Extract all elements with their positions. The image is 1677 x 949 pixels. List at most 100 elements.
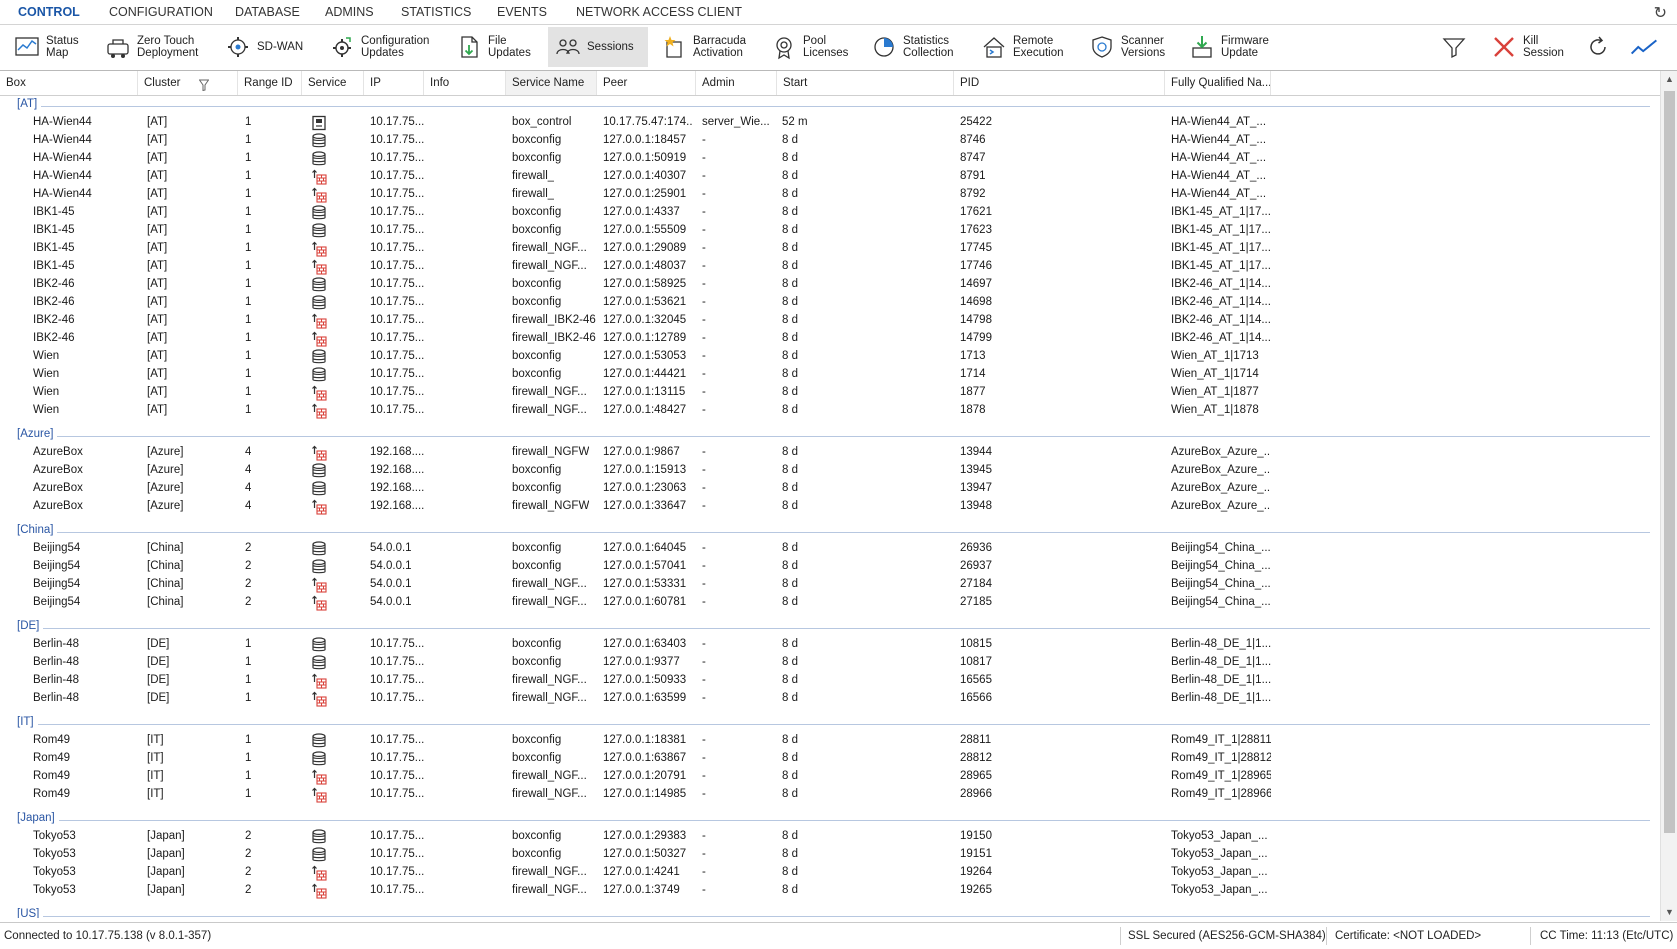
table-row[interactable]: IBK2-46 [AT] 1 10.17.75... boxconfig 127.0.0.…: [0, 276, 1650, 294]
cell-peer: 127.0.0.1:20791: [603, 770, 687, 782]
cell-service-name: firewall_NGF...: [512, 692, 587, 704]
scanner-versions-button[interactable]: Scanner Versions: [1088, 27, 1165, 67]
table-row[interactable]: IBK1-45 [AT] 1 10.17.75... firewall_NGF... 12…: [0, 240, 1650, 258]
configuration-updates-button[interactable]: Configuration Updates: [328, 27, 429, 67]
table-row[interactable]: IBK2-46 [AT] 1 10.17.75... firewall_IBK2-46 1…: [0, 312, 1650, 330]
kill-session-button[interactable]: Kill Session: [1490, 27, 1564, 67]
group-header[interactable]: [Japan]: [0, 810, 1650, 828]
table-row[interactable]: Rom49 [IT] 1 10.17.75... boxconfig 127.0.0.1:…: [0, 750, 1650, 768]
scroll-thumb[interactable]: [1664, 91, 1675, 833]
column-header-ip[interactable]: IP: [364, 71, 424, 95]
table-row[interactable]: HA-Wien44 [AT] 1 10.17.75... firewall_ 127.0.…: [0, 186, 1650, 204]
table-row[interactable]: Rom49 [IT] 1 10.17.75... firewall_NGF... 127.…: [0, 786, 1650, 804]
table-row[interactable]: HA-Wien44 [AT] 1 10.17.75... boxconfig 127.0.…: [0, 150, 1650, 168]
menu-statistics[interactable]: STATISTICS: [401, 5, 471, 19]
group-header[interactable]: [US]: [0, 906, 1650, 918]
table-row[interactable]: Tokyo53 [Japan] 2 10.17.75... boxconfig 127.0…: [0, 846, 1650, 864]
table-row[interactable]: Berlin-48 [DE] 1 10.17.75... firewall_NGF...…: [0, 690, 1650, 708]
table-row[interactable]: Wien [AT] 1 10.17.75... firewall_NGF... 127.0…: [0, 402, 1650, 420]
table-row[interactable]: Tokyo53 [Japan] 2 10.17.75... firewall_NGF..…: [0, 882, 1650, 900]
column-header-info[interactable]: Info: [424, 71, 506, 95]
table-row[interactable]: Wien [AT] 1 10.17.75... firewall_NGF... 127.0…: [0, 384, 1650, 402]
barracuda-activation-button[interactable]: Barracuda Activation: [660, 27, 746, 67]
cell-peer: 127.0.0.1:13115: [603, 386, 686, 398]
table-row[interactable]: Berlin-48 [DE] 1 10.17.75... boxconfig 127.0.…: [0, 654, 1650, 672]
menu-database[interactable]: DATABASE: [235, 5, 300, 19]
table-row[interactable]: IBK2-46 [AT] 1 10.17.75... firewall_IBK2-46 1…: [0, 330, 1650, 348]
group-header[interactable]: [China]: [0, 522, 1650, 540]
firewall-icon: [311, 403, 327, 419]
group-header[interactable]: [IT]: [0, 714, 1650, 732]
menu-network-access-client[interactable]: NETWORK ACCESS CLIENT: [576, 5, 742, 19]
pool-licenses-button[interactable]: Pool Licenses: [770, 27, 848, 67]
table-row[interactable]: Wien [AT] 1 10.17.75... boxconfig 127.0.0.1:4…: [0, 366, 1650, 384]
table-row[interactable]: Beijing54 [China] 2 54.0.0.1 boxconfig 127.0.…: [0, 540, 1650, 558]
cell-admin: -: [702, 296, 706, 308]
column-header-service-name[interactable]: Service Name: [506, 71, 597, 95]
sd-wan-label: SD-WAN: [257, 41, 304, 53]
sessions-button[interactable]: Sessions: [548, 27, 648, 67]
statistics-collection-button[interactable]: Statistics Collection: [870, 27, 954, 67]
zero-touch-deployment-button[interactable]: Zero Touch Deployment: [104, 27, 198, 67]
vertical-scrollbar[interactable]: ▲ ▼: [1660, 71, 1677, 921]
table-row[interactable]: HA-Wien44 [AT] 1 10.17.75... firewall_ 127.0.…: [0, 168, 1650, 186]
table-row[interactable]: AzureBox [Azure] 4 192.168.... boxconfig 127.…: [0, 462, 1650, 480]
cell-peer: 127.0.0.1:48037: [603, 260, 687, 272]
table-row[interactable]: Tokyo53 [Japan] 2 10.17.75... firewall_NGF..…: [0, 864, 1650, 882]
table-row[interactable]: IBK1-45 [AT] 1 10.17.75... boxconfig 127.0.0.…: [0, 204, 1650, 222]
table-row[interactable]: Beijing54 [China] 2 54.0.0.1 firewall_NGF...…: [0, 594, 1650, 612]
column-info-label: Info: [430, 77, 450, 89]
group-header[interactable]: [AT]: [0, 96, 1650, 114]
group-header[interactable]: [Azure]: [0, 426, 1650, 444]
scroll-down-arrow-icon[interactable]: ▼: [1661, 904, 1677, 921]
table-row[interactable]: HA-Wien44 [AT] 1 10.17.75... box_control 10.1…: [0, 114, 1650, 132]
table-row[interactable]: Rom49 [IT] 1 10.17.75... firewall_NGF... 127.…: [0, 768, 1650, 786]
cell-admin: -: [702, 368, 706, 380]
chart-button[interactable]: [1630, 27, 1658, 67]
cell-start: 8 d: [782, 830, 798, 842]
refresh-button[interactable]: [1584, 27, 1612, 67]
cell-ip: 10.17.75...: [370, 674, 425, 686]
table-row[interactable]: Rom49 [IT] 1 10.17.75... boxconfig 127.0.0.1:…: [0, 732, 1650, 750]
table-row[interactable]: Beijing54 [China] 2 54.0.0.1 boxconfig 127.0.…: [0, 558, 1650, 576]
column-header-admin[interactable]: Admin: [696, 71, 777, 95]
table-row[interactable]: HA-Wien44 [AT] 1 10.17.75... boxconfig 127.0.…: [0, 132, 1650, 150]
menu-control[interactable]: CONTROL: [14, 5, 84, 27]
filter-button[interactable]: [1440, 27, 1468, 67]
cell-admin: -: [702, 404, 706, 416]
table-row[interactable]: AzureBox [Azure] 4 192.168.... firewall_NGFW…: [0, 498, 1650, 516]
table-row[interactable]: AzureBox [Azure] 4 192.168.... firewall_NGFW…: [0, 444, 1650, 462]
column-header-range-id[interactable]: Range ID: [238, 71, 302, 95]
menu-admins[interactable]: ADMINS: [325, 5, 374, 19]
table-row[interactable]: Berlin-48 [DE] 1 10.17.75... firewall_NGF...…: [0, 672, 1650, 690]
table-row[interactable]: AzureBox [Azure] 4 192.168.... boxconfig 127.…: [0, 480, 1650, 498]
table-row[interactable]: Berlin-48 [DE] 1 10.17.75... boxconfig 127.0.…: [0, 636, 1650, 654]
column-header-fully-qualified-name[interactable]: Fully Qualified Na...: [1165, 71, 1271, 95]
remote-execution-button[interactable]: Remote Execution: [980, 27, 1064, 67]
status-map-button[interactable]: Status Map: [13, 27, 79, 67]
firmware-update-button[interactable]: Firmware Update: [1188, 27, 1269, 67]
cell-admin: -: [702, 500, 706, 512]
cell-fqn: HA-Wien44_AT_...: [1171, 152, 1267, 164]
column-header-start[interactable]: Start: [777, 71, 954, 95]
file-updates-button[interactable]: File Updates: [455, 27, 531, 67]
column-header-service[interactable]: Service: [302, 71, 364, 95]
scroll-up-arrow-icon[interactable]: ▲: [1661, 71, 1677, 88]
menu-events[interactable]: EVENTS: [497, 5, 547, 19]
sd-wan-button[interactable]: SD-WAN: [224, 27, 303, 67]
column-header-peer[interactable]: Peer: [597, 71, 696, 95]
column-header-pid[interactable]: PID: [954, 71, 1165, 95]
group-header[interactable]: [DE]: [0, 618, 1650, 636]
column-header-box[interactable]: Box: [0, 71, 138, 95]
table-row[interactable]: Wien [AT] 1 10.17.75... boxconfig 127.0.0.1:5…: [0, 348, 1650, 366]
table-row[interactable]: IBK1-45 [AT] 1 10.17.75... firewall_NGF... 12…: [0, 258, 1650, 276]
refresh-icon[interactable]: ↻: [1654, 3, 1667, 23]
filter-icon[interactable]: [198, 76, 210, 95]
column-header-cluster[interactable]: Cluster: [138, 71, 238, 95]
cell-ip: 10.17.75...: [370, 734, 425, 746]
table-row[interactable]: IBK1-45 [AT] 1 10.17.75... boxconfig 127.0.0.…: [0, 222, 1650, 240]
table-row[interactable]: Tokyo53 [Japan] 2 10.17.75... boxconfig 127.0…: [0, 828, 1650, 846]
menu-configuration[interactable]: CONFIGURATION: [109, 5, 213, 19]
table-row[interactable]: IBK2-46 [AT] 1 10.17.75... boxconfig 127.0.0.…: [0, 294, 1650, 312]
table-row[interactable]: Beijing54 [China] 2 54.0.0.1 firewall_NGF...…: [0, 576, 1650, 594]
